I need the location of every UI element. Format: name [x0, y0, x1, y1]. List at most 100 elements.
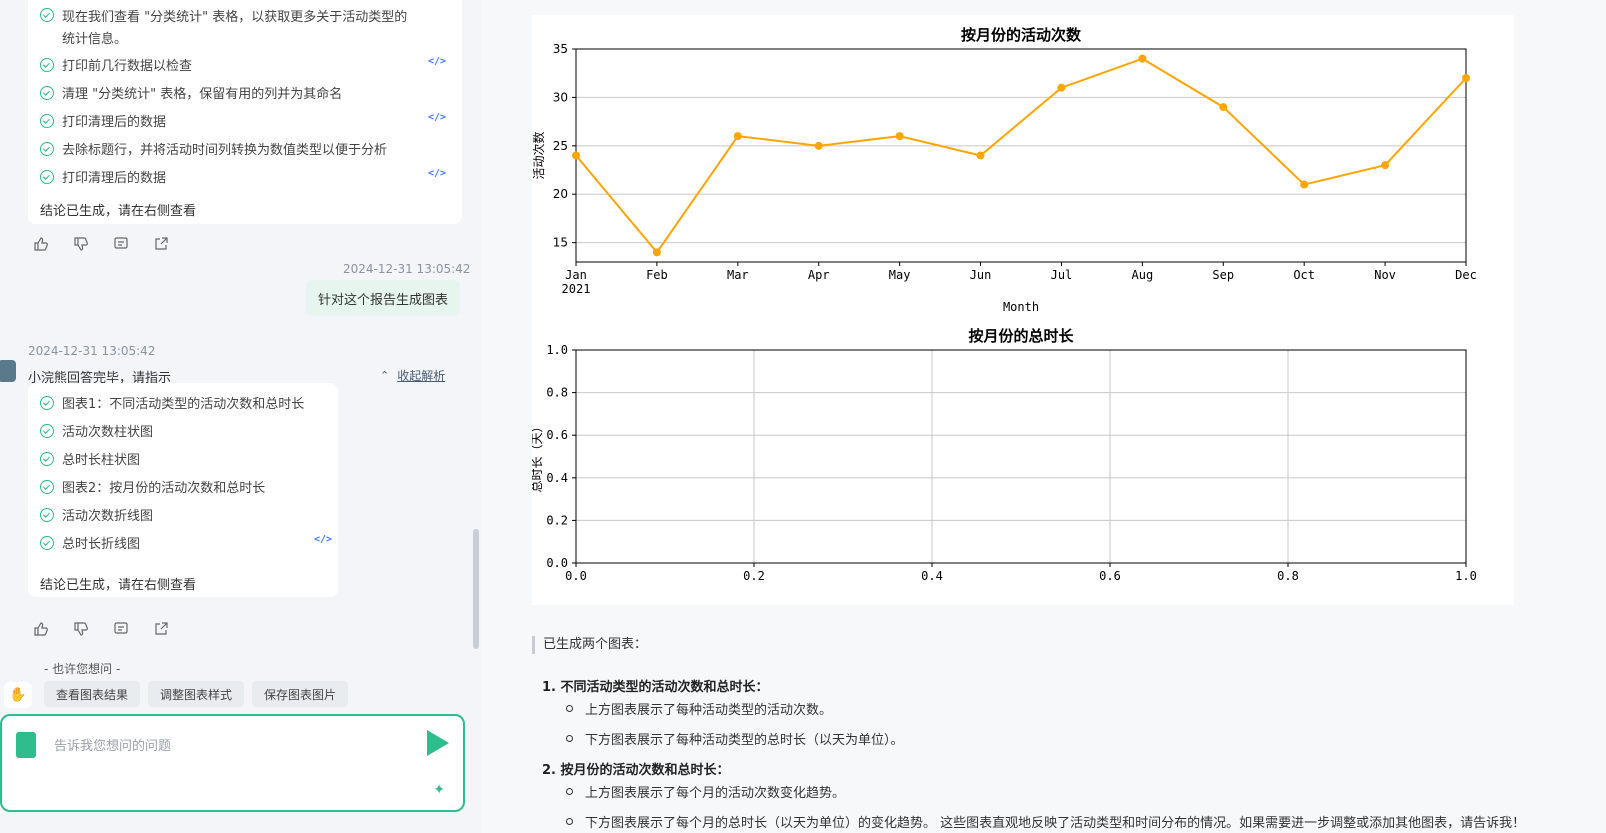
report-item-title: 2. 按月份的活动次数和总时长： [542, 759, 730, 778]
y-tick-label: 1.0 [546, 343, 568, 357]
x-tick-label: Feb [646, 268, 668, 282]
report-bullet: 上方图表展示了每个月的活动次数变化趋势。 [566, 782, 845, 801]
data-point [1219, 103, 1228, 112]
data-point [1138, 54, 1147, 63]
report-bullet: 下方图表展示了每个月的总时长（以天为单位）的变化趋势。 这些图表直观地反映了活动… [566, 812, 1525, 831]
y-tick-label: 0.2 [546, 513, 568, 527]
chart-title: 按月份的活动次数 [961, 26, 1082, 44]
step-item: 图表1：不同活动类型的活动次数和总时长 [40, 393, 304, 412]
data-point [1462, 74, 1470, 83]
charts-svg: 15 20 25 30 35 Jan2021 Feb Mar Apr May Jun Jul Aug Se… [530, 26, 1477, 583]
check-icon [40, 395, 54, 410]
x-tick-label: 0.4 [921, 569, 943, 583]
plot-frame [575, 48, 1467, 263]
x-tick-label: Apr [808, 268, 830, 282]
data-point [814, 141, 823, 150]
step-label: 现在我们查看 "分类统计" 表格，以获取更多关于活动类型的 [62, 10, 408, 25]
check-icon [40, 141, 54, 156]
x-tick-label: 0.6 [1099, 569, 1121, 583]
step-item: 活动次数折线图 [40, 505, 153, 524]
x-tick-label: Jan [565, 268, 587, 282]
code-icon[interactable]: </> [314, 534, 332, 545]
thumbs-up-icon[interactable] [32, 621, 50, 637]
check-icon [40, 169, 54, 184]
assistant-avatar [0, 360, 16, 382]
y-tick-label: 0.6 [546, 428, 568, 442]
x-tick-label: 1.0 [1455, 569, 1477, 583]
message-actions [32, 621, 170, 637]
list-title: 按月份的活动次数和总时长： [560, 763, 730, 778]
step-label: 打印前几行数据以检查 [62, 59, 193, 74]
step-item: 去除标题行，并将活动时间列转换为数值类型以便于分析 [40, 139, 387, 158]
step-label: 图表2：按月份的活动次数和总时长 [62, 481, 266, 496]
collapse-analysis-button[interactable]: ⌃ 收起解析 [380, 367, 445, 384]
share-icon[interactable] [152, 621, 170, 637]
check-icon [40, 113, 54, 128]
step-label: 打印清理后的数据 [62, 171, 167, 186]
y-tick-label: 15 [553, 236, 568, 250]
x-tick-label: Sep [1212, 268, 1234, 282]
step-item: 现在我们查看 "分类统计" 表格，以获取更多关于活动类型的 统计信息。 [40, 6, 407, 47]
message-actions [32, 236, 170, 252]
thumbs-up-icon[interactable] [32, 236, 50, 252]
x-tick-label: Aug [1132, 268, 1154, 282]
step-item: 打印清理后的数据 [40, 111, 166, 130]
step-label: 去除标题行，并将活动时间列转换为数值类型以便于分析 [62, 143, 388, 158]
chart-title: 按月份的总时长 [968, 327, 1074, 345]
code-icon[interactable]: </> [428, 112, 446, 123]
check-icon [40, 423, 54, 438]
report-bullet: 下方图表展示了每种活动类型的总时长（以天为单位）。 [566, 729, 904, 748]
list-title: 不同活动类型的活动次数和总时长： [560, 680, 769, 695]
suggestion-chip[interactable]: 调整图表样式 [148, 681, 244, 707]
scrollbar[interactable] [473, 529, 479, 649]
thumbs-down-icon[interactable] [72, 621, 90, 637]
x-tick-label: 2021 [562, 282, 591, 296]
step-item: 打印前几行数据以检查 [40, 55, 192, 74]
y-axis-label: 总时长（天） [532, 420, 544, 492]
y-tick-label: 30 [553, 90, 568, 104]
check-icon [40, 535, 54, 550]
magic-wand-icon[interactable]: ✦ [433, 782, 445, 798]
comment-icon[interactable] [112, 621, 130, 637]
suggestion-chip[interactable]: 保存图表图片 [252, 681, 348, 707]
list-number: 1. [542, 680, 556, 695]
chat-input-box[interactable]: 告诉我您想问的问题 ✦ [0, 714, 465, 812]
step-item: 打印清理后的数据 [40, 167, 166, 186]
step-label: 打印清理后的数据 [62, 115, 167, 130]
message-timestamp: 2024-12-31 13:05:42 [343, 262, 471, 276]
hand-icon[interactable]: ✋ [4, 682, 32, 708]
data-point [976, 151, 985, 160]
x-tick-label: Oct [1293, 268, 1315, 282]
chat-input-placeholder[interactable]: 告诉我您想问的问题 [54, 735, 171, 754]
check-icon [40, 507, 54, 522]
plot-frame [575, 349, 1467, 564]
y-tick-label: 0.0 [546, 556, 568, 570]
data-point [652, 248, 661, 257]
data-point [1057, 83, 1066, 92]
share-icon[interactable] [152, 236, 170, 252]
step-item: 清理 "分类统计" 表格，保留有用的列并为其命名 [40, 83, 342, 102]
x-tick-label: Nov [1374, 268, 1396, 282]
report-item-title: 1. 不同活动类型的活动次数和总时长： [542, 676, 769, 695]
chevron-up-icon: ⌃ [380, 369, 390, 382]
report-bullet: 上方图表展示了每种活动类型的活动次数。 [566, 699, 832, 718]
thumbs-down-icon[interactable] [72, 236, 90, 252]
code-icon[interactable]: </> [428, 56, 446, 67]
check-icon [40, 57, 54, 72]
analysis-steps-card: 现在我们查看 "分类统计" 表格，以获取更多关于活动类型的 统计信息。 打印前几… [28, 0, 462, 224]
x-tick-label: Mar [727, 268, 749, 282]
comment-icon[interactable] [112, 236, 130, 252]
y-tick-label: 0.4 [546, 471, 568, 485]
suggestion-chip[interactable]: 查看图表结果 [44, 681, 140, 707]
conclusion-text: 结论已生成，请在右侧查看 [40, 578, 197, 593]
step-item: 图表2：按月份的活动次数和总时长 [40, 477, 265, 496]
step-label-cont: 统计信息。 [62, 32, 128, 47]
check-icon [40, 451, 54, 466]
send-icon[interactable] [427, 730, 449, 756]
data-point [733, 132, 742, 141]
upload-document-icon[interactable] [16, 732, 36, 758]
reply-steps-card: 图表1：不同活动类型的活动次数和总时长 活动次数柱状图 总时长柱状图 图表2：按… [28, 383, 338, 597]
code-icon[interactable]: </> [428, 168, 446, 179]
x-tick-label: Jun [970, 268, 992, 282]
x-tick-label: 0.2 [743, 569, 765, 583]
